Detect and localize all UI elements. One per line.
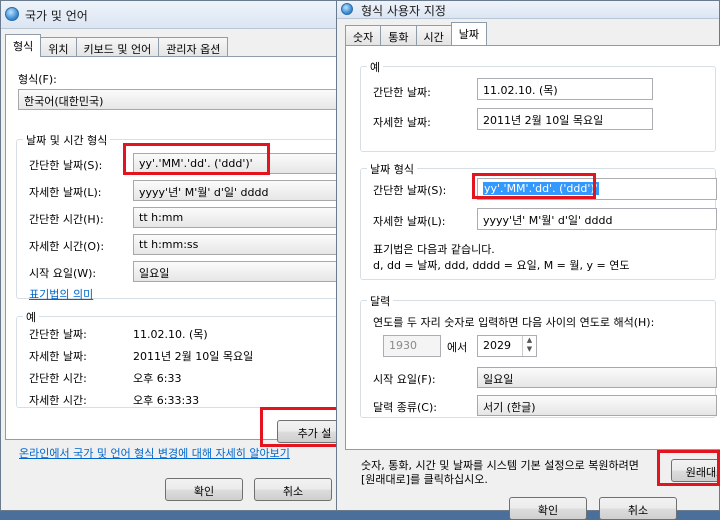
datetime-group-title: 날짜 및 시간 형식 [23,132,111,148]
calendar-group-title: 달력 [367,293,394,309]
first-day-label: 시작 요일(W): [29,267,97,280]
front-first-day-value: 일요일 [483,373,514,386]
front-short-date-value: yy'.'MM'.'dd'. ('ddd')' [483,182,599,195]
short-time-label: 간단한 시간(H): [29,213,104,226]
long-time-value: tt h:mm:ss [139,238,199,251]
back-cancel-button[interactable]: 취소 [254,478,332,501]
customize-title-bar[interactable]: 형식 사용자 지정 [337,1,719,19]
customize-format-window: 형식 사용자 지정 숫자 통화 시간 날짜 예 간단한 날짜: 11.02.10… [336,0,720,520]
formats-panel: 형식(F): 한국어(대한민국) 날짜 및 시간 형식 간단한 날짜(S): y… [5,56,353,443]
tab-numbers[interactable]: 숫자 [345,25,382,45]
online-help-link[interactable]: 온라인에서 국가 및 언어 형식 변경에 대해 자세히 알아보기 [19,445,290,461]
reset-button[interactable]: 원래대로 [671,459,720,482]
reset-instructions-line-2: [원래대로]를 클릭하십시오. [361,473,488,486]
year-to-spinner[interactable]: 2029 ▲ ▼ [477,335,537,357]
notation-line-2: d, dd = 날짜, ddd, dddd = 요일, M = 월, y = 연… [373,259,630,272]
short-date-dropdown[interactable]: yy'.'MM'.'dd'. ('ddd')' [133,153,353,174]
window-title: 국가 및 언어 [25,9,88,23]
date-format-group-title: 날짜 형식 [367,161,417,177]
front-example-long-field: 2011년 2월 10일 목요일 [477,108,653,130]
example-short-date-label: 간단한 날짜: [29,328,87,341]
long-date-value: yyyy'년' M'월' d'일' dddd [139,186,269,199]
long-time-label: 자세한 시간(O): [29,240,105,253]
first-day-value: 일요일 [139,267,170,280]
example-short-time-label: 간단한 시간: [29,372,87,385]
front-example-long-label: 자세한 날짜: [373,116,431,129]
example-group-front: 예 간단한 날짜: 11.02.10. (목) 자세한 날짜: 2011년 2월… [360,59,716,152]
tab-location[interactable]: 위치 [40,37,77,57]
short-date-label: 간단한 날짜(S): [29,159,103,172]
spinner-arrows-icon[interactable]: ▲ ▼ [522,336,536,356]
short-time-dropdown[interactable]: tt h:mm [133,207,353,228]
date-format-group: 날짜 형식 간단한 날짜(S): yy'.'MM'.'dd'. ('ddd')'… [360,161,717,280]
year-from-field: 1930 [383,335,441,357]
tab-administrative[interactable]: 관리자 옵션 [158,37,229,57]
front-first-day-label: 시작 요일(F): [373,373,436,386]
title-bar[interactable]: 국가 및 언어 [1,1,339,29]
globe-icon [5,7,19,21]
back-ok-button[interactable]: 확인 [165,478,243,501]
example-short-date-value: 11.02.10. (목) [133,328,208,341]
customize-tab-strip: 숫자 통화 시간 날짜 [345,22,487,45]
calendar-group: 달력 연도를 두 자리 숫자로 입력하면 다음 사이의 연도로 해석(H): 1… [360,293,717,418]
customize-window-title: 형식 사용자 지정 [361,4,446,18]
notation-meaning-link[interactable]: 표기법의 의미 [29,286,93,302]
between-word: 에서 [447,341,468,354]
front-example-short-label: 간단한 날짜: [373,86,431,99]
front-long-date-input[interactable]: yyyy'년' M'월' d'일' dddd [477,208,717,230]
example-group-front-title: 예 [367,59,384,75]
tab-strip: 형식 위치 키보드 및 언어 관리자 옵션 [5,34,229,57]
format-dropdown[interactable]: 한국어(대한민국) [18,89,348,110]
front-ok-button[interactable]: 확인 [509,497,587,520]
example-long-date-label: 자세한 날짜: [29,350,87,363]
front-short-date-input[interactable]: yy'.'MM'.'dd'. ('ddd')' [477,178,717,200]
tab-keyboards-languages[interactable]: 키보드 및 언어 [75,37,160,57]
front-short-date-label: 간단한 날짜(S): [373,184,447,197]
tab-formats[interactable]: 형식 [5,34,42,57]
example-long-time-value: 오후 6:33:33 [133,394,200,407]
front-cancel-button[interactable]: 취소 [599,497,677,520]
front-example-long-value: 2011년 2월 10일 목요일 [483,114,604,127]
example-long-time-label: 자세한 시간: [29,394,87,407]
front-long-date-value: yyyy'년' M'월' d'일' dddd [483,214,613,227]
region-language-window: 국가 및 언어 형식 위치 키보드 및 언어 관리자 옵션 형식(F): 한국어… [0,0,353,511]
short-time-value: tt h:mm [139,211,184,224]
year-to-value: 2029 [483,339,511,352]
example-group-title: 예 [23,309,40,325]
front-example-short-value: 11.02.10. (목) [483,84,558,97]
globe-icon-small [341,3,353,15]
front-long-date-label: 자세한 날짜(L): [373,215,446,228]
short-date-value: yy'.'MM'.'dd'. ('ddd')' [139,157,253,170]
example-group: 예 간단한 날짜: 11.02.10. (목) 자세한 날짜: 2011년 2월… [16,309,346,408]
format-value: 한국어(대한민국) [24,95,104,108]
long-time-dropdown[interactable]: tt h:mm:ss [133,234,353,255]
example-long-date-value: 2011년 2월 10일 목요일 [133,350,254,363]
first-day-dropdown[interactable]: 일요일 [133,261,353,282]
date-panel: 예 간단한 날짜: 11.02.10. (목) 자세한 날짜: 2011년 2월… [345,45,720,450]
tab-date[interactable]: 날짜 [450,22,487,45]
notation-line-1: 표기법은 다음과 같습니다. [373,243,495,256]
calendar-type-dropdown[interactable]: 서기 (한글) [477,395,717,416]
two-digit-year-label: 연도를 두 자리 숫자로 입력하면 다음 사이의 연도로 해석(H): [373,316,655,329]
front-first-day-dropdown[interactable]: 일요일 [477,367,717,388]
format-label: 형식(F): [18,73,57,86]
front-example-short-field: 11.02.10. (목) [477,78,653,100]
long-date-label: 자세한 날짜(L): [29,186,102,199]
example-short-time-value: 오후 6:33 [133,372,182,385]
tab-time[interactable]: 시간 [415,25,452,45]
long-date-dropdown[interactable]: yyyy'년' M'월' d'일' dddd [133,180,353,201]
calendar-type-value: 서기 (한글) [483,401,536,414]
year-from-value: 1930 [389,339,417,352]
tab-currency[interactable]: 통화 [380,25,417,45]
datetime-formats-group: 날짜 및 시간 형식 간단한 날짜(S): yy'.'MM'.'dd'. ('d… [16,132,353,302]
calendar-type-label: 달력 종류(C): [373,401,437,414]
